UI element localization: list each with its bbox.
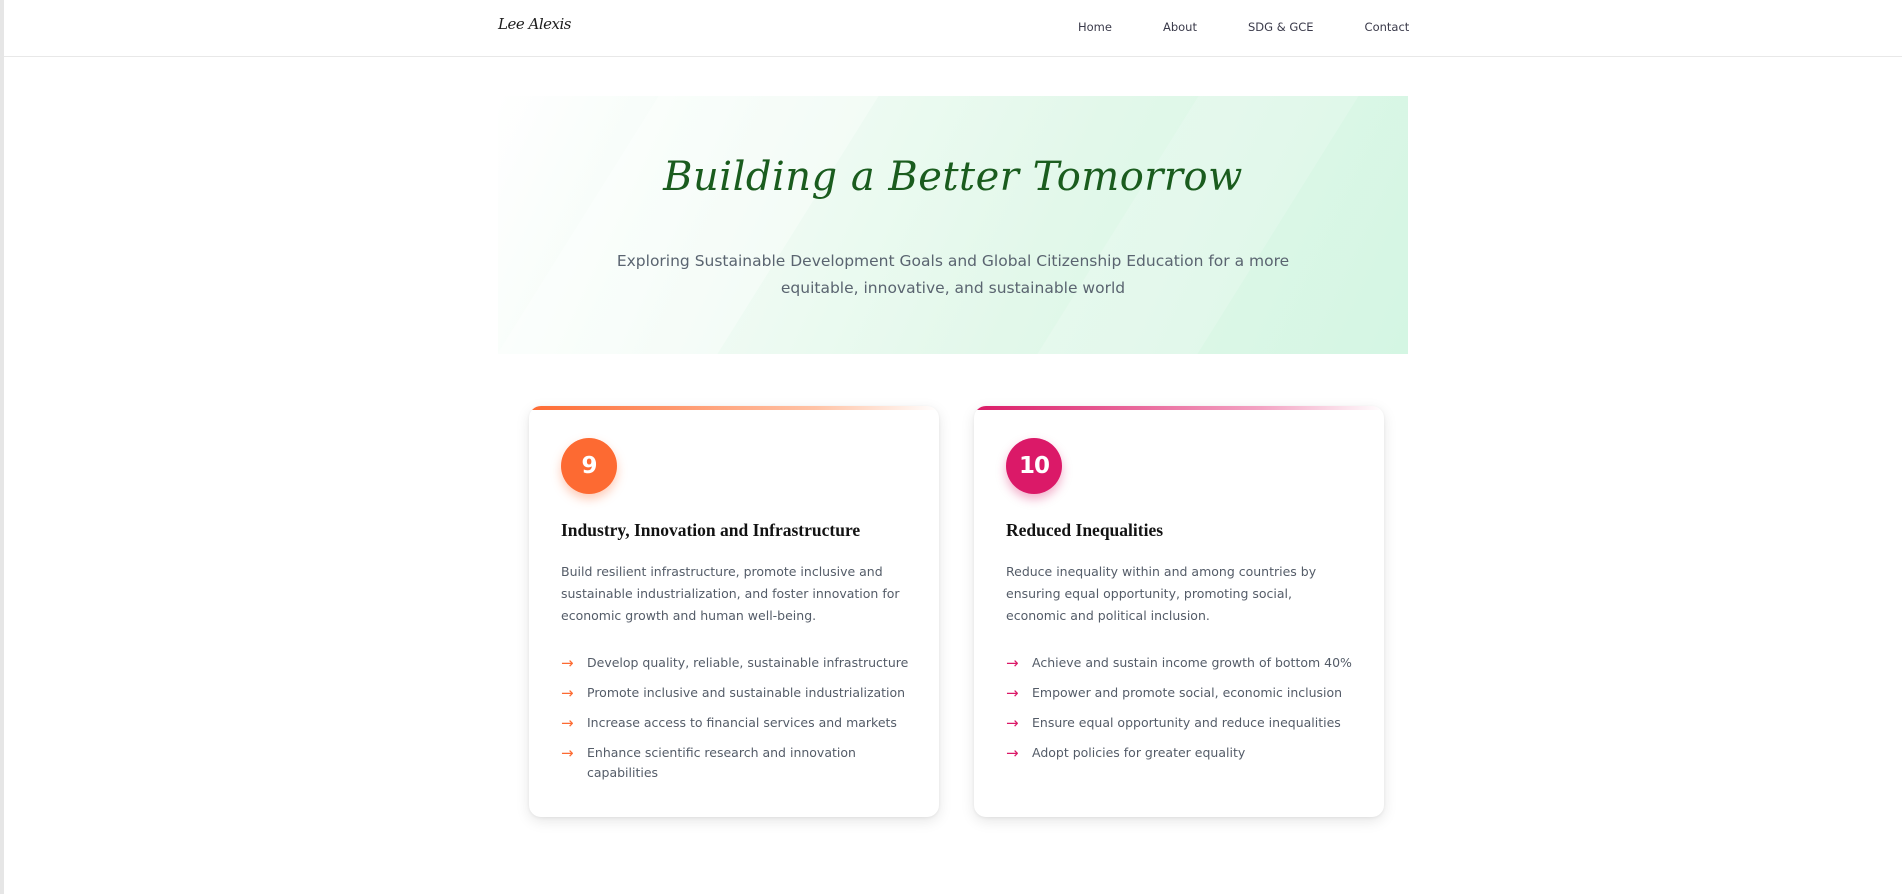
arrow-right-icon: → bbox=[561, 684, 574, 702]
arrow-right-icon: → bbox=[561, 654, 574, 672]
nav-link-home[interactable]: Home bbox=[1078, 20, 1112, 34]
card-accent-bar bbox=[529, 406, 939, 410]
sdg-card-10: 10 Reduced Inequalities Reduce inequalit… bbox=[974, 406, 1384, 817]
sdg-card-9: 9 Industry, Innovation and Infrastructur… bbox=[529, 406, 939, 817]
nav-link-contact[interactable]: Contact bbox=[1365, 20, 1410, 34]
list-item-text: Increase access to financial services an… bbox=[587, 715, 897, 730]
arrow-right-icon: → bbox=[1006, 714, 1019, 732]
hero-subtitle: Exploring Sustainable Development Goals … bbox=[616, 252, 1290, 297]
page: Lee Alexis Home About SDG & GCE Contact … bbox=[0, 0, 1902, 894]
hero-decorative-stripe bbox=[1037, 96, 1359, 354]
arrow-right-icon: → bbox=[1006, 684, 1019, 702]
list-item: → Promote inclusive and sustainable indu… bbox=[561, 683, 911, 703]
sdg-number-badge: 9 bbox=[561, 438, 617, 494]
list-item-text: Ensure equal opportunity and reduce ineq… bbox=[1032, 715, 1341, 730]
card-description: Build resilient infrastructure, promote … bbox=[561, 564, 900, 623]
list-item: → Adopt policies for greater equality bbox=[1006, 743, 1356, 763]
site-logo[interactable]: Lee Alexis bbox=[498, 15, 571, 33]
target-list: → Achieve and sustain income growth of b… bbox=[1006, 653, 1356, 773]
nav-links: Home About SDG & GCE Contact bbox=[1078, 20, 1409, 34]
arrow-right-icon: → bbox=[561, 744, 574, 762]
nav-link-about[interactable]: About bbox=[1163, 20, 1197, 34]
list-item-text: Promote inclusive and sustainable indust… bbox=[587, 685, 906, 700]
list-item: → Develop quality, reliable, sustainable… bbox=[561, 653, 911, 673]
card-title: Reduced Inequalities bbox=[1006, 520, 1164, 540]
card-accent-bar bbox=[974, 406, 1384, 410]
hero-title: Building a Better Tomorrow bbox=[663, 154, 1243, 200]
card-description: Reduce inequality within and among count… bbox=[1006, 564, 1317, 623]
arrow-right-icon: → bbox=[1006, 654, 1019, 672]
sdg-number-badge: 10 bbox=[1006, 438, 1062, 494]
list-item: → Enhance scientific research and innova… bbox=[561, 743, 911, 783]
list-item: → Empower and promote social, economic i… bbox=[1006, 683, 1356, 703]
list-item: → Ensure equal opportunity and reduce in… bbox=[1006, 713, 1356, 733]
arrow-right-icon: → bbox=[561, 714, 574, 732]
list-item-text: Develop quality, reliable, sustainable i… bbox=[587, 655, 909, 670]
card-title: Industry, Innovation and Infrastructure bbox=[561, 520, 861, 540]
list-item: → Increase access to financial services … bbox=[561, 713, 911, 733]
list-item: → Achieve and sustain income growth of b… bbox=[1006, 653, 1356, 673]
hero-banner: Building a Better Tomorrow Exploring Sus… bbox=[498, 96, 1408, 354]
list-item-text: Empower and promote social, economic inc… bbox=[1032, 685, 1343, 700]
list-item-text: Achieve and sustain income growth of bot… bbox=[1032, 655, 1352, 670]
target-list: → Develop quality, reliable, sustainable… bbox=[561, 653, 911, 793]
hero-decorative-stripe bbox=[498, 96, 879, 354]
list-item-text: Enhance scientific research and innovati… bbox=[587, 745, 856, 780]
nav-link-sdg-gce[interactable]: SDG & GCE bbox=[1248, 20, 1314, 34]
arrow-right-icon: → bbox=[1006, 744, 1019, 762]
list-item-text: Adopt policies for greater equality bbox=[1032, 745, 1246, 760]
top-navbar: Lee Alexis Home About SDG & GCE Contact bbox=[4, 0, 1902, 57]
